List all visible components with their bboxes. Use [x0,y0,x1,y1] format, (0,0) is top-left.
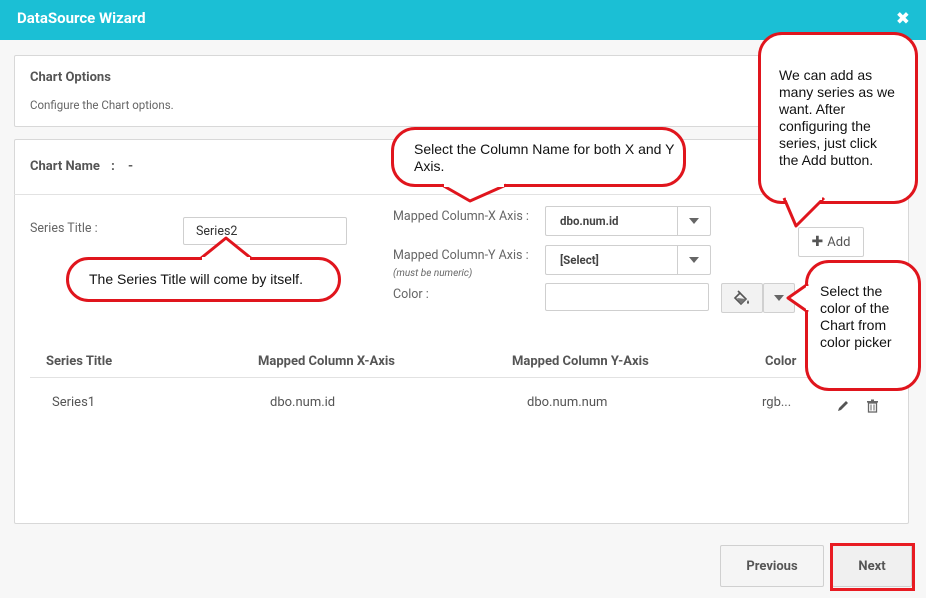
cell-y-axis: dbo.num.num [527,395,608,410]
callout-column-name: Select the Column Name for both X and Y … [391,127,686,187]
cell-series-title: Series1 [52,395,96,410]
color-label: Color : [393,287,429,302]
column-header-color: Color [765,354,797,369]
previous-button[interactable]: Previous [720,545,824,587]
mapped-y-value: [Select] [560,253,599,267]
column-header-x-axis: Mapped Column X-Axis [258,354,395,369]
mapped-x-label: Mapped Column-X Axis : [393,209,529,224]
chevron-down-icon [774,295,784,301]
callout-color-picker: Select the color of the Chart from color… [805,260,921,391]
window-title: DataSource Wizard [17,9,146,27]
next-button[interactable]: Next [832,545,912,587]
edit-icon[interactable] [836,398,850,417]
chevron-down-icon[interactable] [677,207,710,235]
column-header-series-title: Series Title [46,354,113,369]
cell-x-axis: dbo.num.id [270,395,336,410]
callout-column-name-tail [441,183,507,203]
callout-add-series-tail [782,196,826,228]
callout-series-title-tail [199,236,253,261]
mapped-x-value: dbo.num.id [560,214,619,228]
column-header-y-axis: Mapped Column Y-Axis [512,354,649,369]
mapped-y-label: Mapped Column-Y Axis : [393,248,529,263]
add-series-button[interactable]: ✚ Add [798,227,864,257]
color-input[interactable] [545,283,709,311]
close-icon[interactable]: ✖ [896,9,910,29]
series-title-label: Series Title : [30,221,98,236]
callout-series-title: The Series Title will come by itself. [66,257,341,302]
callout-color-picker-tail [786,282,810,314]
chevron-down-icon[interactable] [677,246,710,274]
callout-add-series: We can add as many series as we want. Af… [758,32,918,204]
cell-color: rgb... [762,395,792,410]
plus-icon: ✚ [811,234,824,250]
chart-name-value: - [128,159,134,174]
chart-options-heading: Chart Options [30,70,111,85]
mapped-y-hint: (must be numeric) [393,268,473,279]
chart-name-label: Chart Name : - [30,159,134,174]
mapped-x-select[interactable]: dbo.num.id [545,206,711,236]
paint-bucket-icon [733,290,749,306]
table-header-divider [30,377,908,378]
mapped-y-select[interactable]: [Select] [545,245,711,275]
trash-icon[interactable] [866,398,879,417]
color-picker-button[interactable] [721,283,763,313]
chart-options-description: Configure the Chart options. [30,98,174,112]
